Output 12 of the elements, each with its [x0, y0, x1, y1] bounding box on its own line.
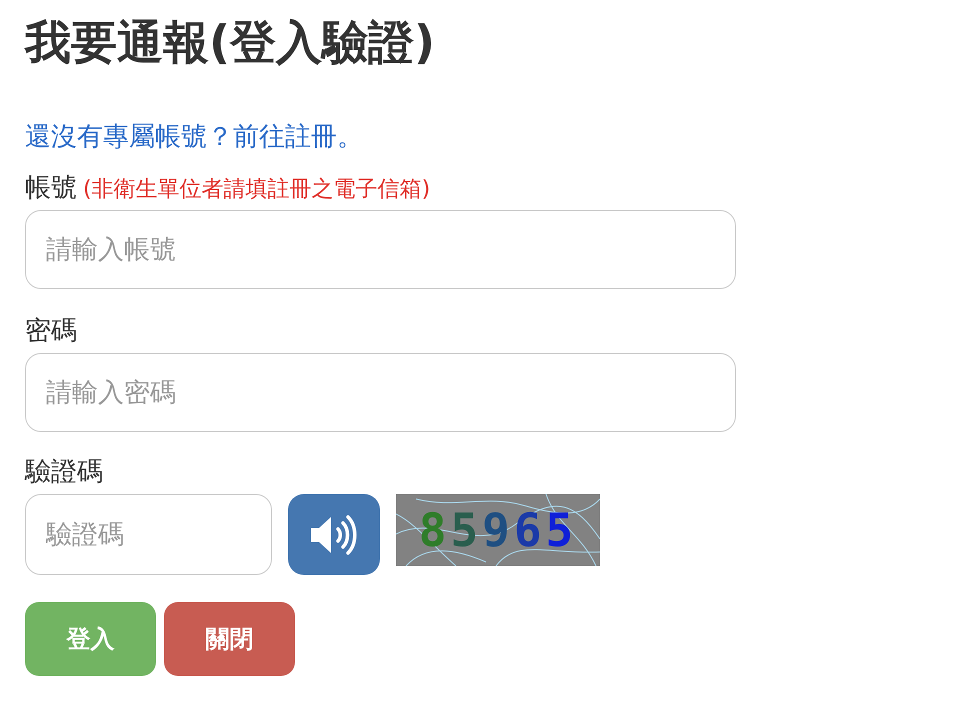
- text-field[interactable]: 請輸入帳號: [25, 210, 736, 289]
- field-label: 帳號: [25, 172, 77, 204]
- field-note: (非衛生單位者請填註冊之電子信箱): [83, 176, 430, 204]
- audio-button[interactable]: [288, 494, 380, 575]
- speaker-icon: [309, 512, 359, 556]
- page-title: 我要通報(登入驗證): [25, 14, 436, 68]
- text-field[interactable]: 請輸入密碼: [25, 353, 736, 432]
- field-label: 驗證碼: [25, 457, 103, 487]
- field-label: 密碼: [25, 315, 77, 347]
- login-button[interactable]: 登入: [25, 602, 156, 676]
- register-link[interactable]: 還沒有專屬帳號？前往註冊。: [25, 120, 363, 154]
- close-button[interactable]: 關閉: [164, 602, 295, 676]
